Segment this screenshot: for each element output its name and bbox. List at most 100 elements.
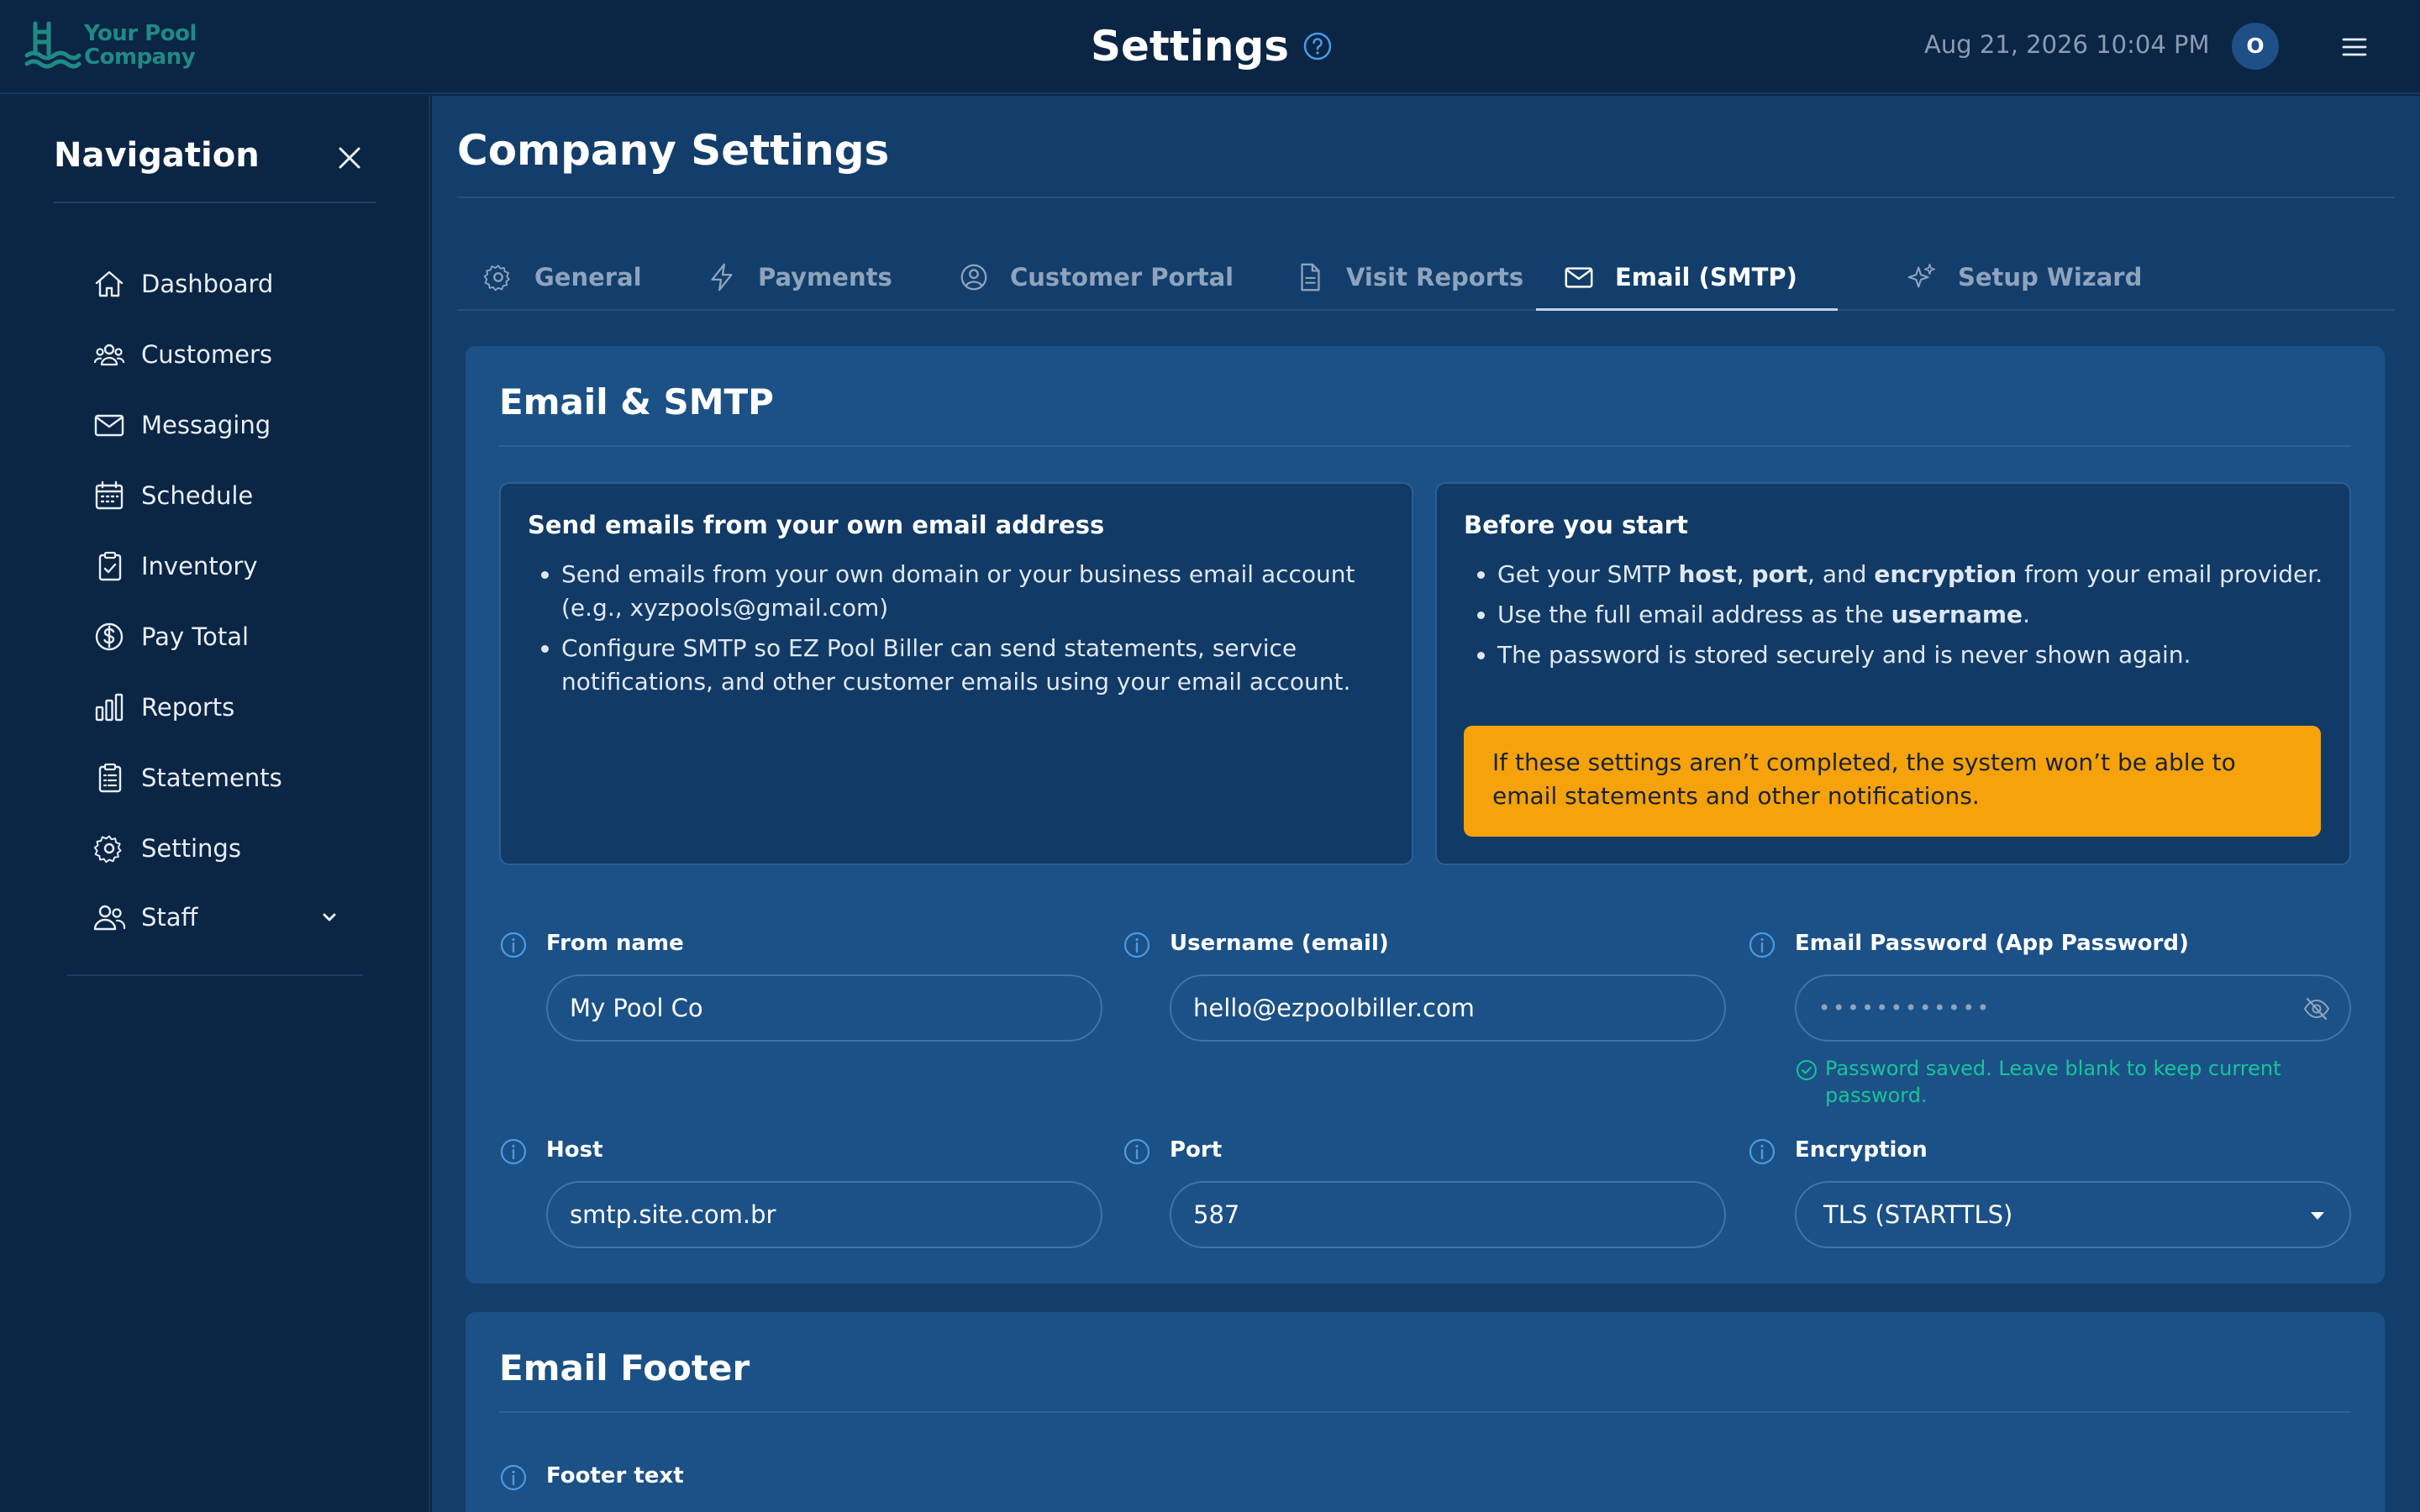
card-title: Email Footer bbox=[499, 1347, 750, 1389]
clipboard-check-icon bbox=[98, 551, 122, 581]
clipboard-list-icon bbox=[98, 763, 122, 793]
sidebar-item-reports[interactable]: Reports bbox=[92, 687, 361, 727]
sidebar-item-customers[interactable]: Customers bbox=[92, 334, 361, 375]
logo-text: Your Pool Company bbox=[84, 21, 197, 70]
page-title: Settings bbox=[1091, 22, 1290, 71]
info-icon[interactable] bbox=[1123, 1137, 1151, 1166]
info-bullet: Configure SMTP so EZ Pool Biller can sen… bbox=[561, 632, 1385, 699]
sidebar-item-pay-total[interactable]: Pay Total bbox=[92, 617, 361, 657]
sidebar-item-statements[interactable]: Statements bbox=[92, 758, 361, 798]
password-saved-note: Password saved. Leave blank to keep curr… bbox=[1795, 1055, 2349, 1109]
check-circle-icon bbox=[1797, 1060, 1817, 1080]
sidebar-item-label: Settings bbox=[141, 834, 241, 863]
sidebar-item-label: Statements bbox=[141, 764, 282, 792]
password-mask: •••••••••••• bbox=[1818, 996, 1991, 1020]
sparkles-icon bbox=[1907, 263, 1936, 288]
caret-down-icon bbox=[2311, 1212, 2324, 1220]
gear-icon bbox=[483, 265, 510, 291]
info-icon[interactable] bbox=[499, 1463, 528, 1492]
sidebar-item-schedule[interactable]: Schedule bbox=[92, 475, 361, 516]
tab-visit-reports[interactable]: Visit Reports bbox=[1294, 244, 1523, 311]
calendar-icon bbox=[95, 480, 124, 510]
username-input[interactable]: hello@ezpoolbiller.com bbox=[1170, 974, 1726, 1042]
info-box-title: Before you start bbox=[1464, 511, 1688, 539]
chevron-down-icon[interactable] bbox=[319, 907, 339, 927]
card-title: Email & SMTP bbox=[499, 381, 774, 423]
sidebar-item-staff[interactable]: Staff bbox=[92, 897, 361, 937]
own-email-info-box: Send emails from your own email address … bbox=[499, 482, 1413, 865]
info-icon[interactable] bbox=[499, 1137, 528, 1166]
text: Get your SMTP bbox=[1497, 560, 1679, 588]
tab-label: Customer Portal bbox=[1010, 263, 1234, 291]
sidebar-item-label: Reports bbox=[141, 693, 235, 722]
from-name-input[interactable]: My Pool Co bbox=[546, 974, 1102, 1042]
card-divider bbox=[499, 1411, 2351, 1413]
company-logo[interactable]: Your Pool Company bbox=[24, 17, 197, 76]
pool-ladder-icon bbox=[24, 21, 82, 69]
text: . bbox=[2023, 601, 2030, 628]
sidebar-item-label: Staff bbox=[141, 903, 198, 932]
navigation-sidebar: Navigation Dashboard Customers Messaging… bbox=[0, 96, 430, 1512]
sidebar-item-inventory[interactable]: Inventory bbox=[92, 546, 361, 586]
sidebar-item-label: Messaging bbox=[141, 411, 271, 439]
text-bold: username bbox=[1891, 601, 2023, 628]
text-bold: encryption bbox=[1874, 560, 2018, 588]
tab-label: Setup Wizard bbox=[1958, 263, 2143, 291]
host-input[interactable]: smtp.site.com.br bbox=[546, 1181, 1102, 1248]
before-you-start-box: Before you start Get your SMTP host, por… bbox=[1435, 482, 2351, 865]
sidebar-item-dashboard[interactable]: Dashboard bbox=[92, 264, 361, 304]
info-bullet: Get your SMTP host, port, and encryption… bbox=[1497, 558, 2329, 591]
field-label: Port bbox=[1170, 1137, 1223, 1163]
text: , bbox=[1736, 560, 1752, 588]
sidebar-item-messaging[interactable]: Messaging bbox=[92, 405, 361, 445]
eye-off-icon[interactable] bbox=[2302, 995, 2331, 1023]
section-title: Company Settings bbox=[457, 126, 890, 175]
document-icon bbox=[1301, 263, 1320, 291]
password-input[interactable]: •••••••••••• bbox=[1795, 974, 2351, 1042]
user-circle-icon bbox=[960, 264, 987, 291]
info-icon[interactable] bbox=[1123, 931, 1151, 959]
warning-banner: If these settings aren’t completed, the … bbox=[1464, 726, 2321, 837]
close-icon[interactable] bbox=[333, 141, 366, 175]
password-note-text: Password saved. Leave blank to keep curr… bbox=[1825, 1057, 2281, 1107]
text: , and bbox=[1807, 560, 1875, 588]
info-icon[interactable] bbox=[1748, 931, 1776, 959]
info-icon[interactable] bbox=[1748, 1137, 1776, 1166]
current-datetime: Aug 21, 2026 10:04 PM bbox=[1924, 30, 2210, 59]
sidebar-item-label: Inventory bbox=[141, 552, 258, 580]
tab-label: Email (SMTP) bbox=[1615, 263, 1797, 291]
tab-customer-portal[interactable]: Customer Portal bbox=[958, 244, 1234, 311]
tab-email-smtp[interactable]: Email (SMTP) bbox=[1536, 244, 1838, 311]
card-divider bbox=[499, 445, 2351, 447]
users-icon bbox=[93, 344, 125, 366]
field-label: Host bbox=[546, 1137, 603, 1163]
hamburger-menu-icon[interactable] bbox=[2339, 32, 2370, 62]
tab-general[interactable]: General bbox=[482, 244, 642, 311]
email-footer-card: Email Footer Footer text bbox=[466, 1312, 2385, 1512]
field-label: Footer text bbox=[546, 1463, 684, 1488]
sidebar-item-label: Customers bbox=[141, 340, 272, 369]
page-header: Settings bbox=[1091, 18, 1333, 74]
sidebar-item-label: Pay Total bbox=[141, 622, 250, 651]
mail-icon bbox=[1565, 267, 1593, 288]
text: from your email provider. bbox=[2017, 560, 2323, 588]
nav-divider bbox=[67, 974, 363, 976]
tab-setup-wizard[interactable]: Setup Wizard bbox=[1906, 244, 2142, 311]
tab-payments[interactable]: Payments bbox=[706, 244, 892, 311]
dollar-circle-icon bbox=[95, 622, 124, 651]
user-avatar[interactable]: O bbox=[2232, 23, 2279, 70]
info-icon[interactable] bbox=[499, 931, 528, 959]
field-label: From name bbox=[546, 931, 684, 956]
help-icon[interactable] bbox=[1302, 31, 1333, 61]
info-bullet: Use the full email address as the userna… bbox=[1497, 598, 2329, 632]
text: Use the full email address as the bbox=[1497, 601, 1891, 628]
nav-divider bbox=[54, 202, 376, 203]
port-input[interactable]: 587 bbox=[1170, 1181, 1726, 1248]
gear-icon bbox=[93, 835, 122, 864]
encryption-select[interactable]: TLS (STARTTLS) bbox=[1795, 1181, 2351, 1248]
encryption-selected-value: TLS (STARTTLS) bbox=[1823, 1200, 2013, 1229]
sidebar-item-settings[interactable]: Settings bbox=[92, 828, 361, 869]
settings-tabs: General Payments Customer Portal Visit R… bbox=[457, 244, 2395, 311]
home-icon bbox=[95, 270, 124, 297]
main-content: Company Settings General Payments Custom… bbox=[432, 96, 2420, 1512]
